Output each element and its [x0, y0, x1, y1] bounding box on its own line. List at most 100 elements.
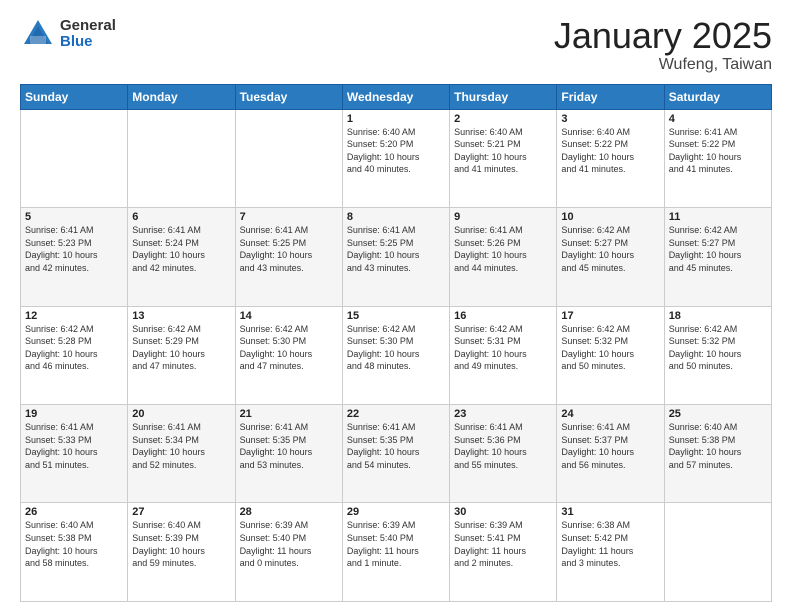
logo-text: General Blue: [60, 18, 116, 51]
table-row: 21Sunrise: 6:41 AM Sunset: 5:35 PM Dayli…: [235, 405, 342, 503]
table-row: 27Sunrise: 6:40 AM Sunset: 5:39 PM Dayli…: [128, 503, 235, 602]
table-row: 29Sunrise: 6:39 AM Sunset: 5:40 PM Dayli…: [342, 503, 449, 602]
col-tuesday: Tuesday: [235, 84, 342, 109]
day-number: 26: [25, 506, 123, 518]
day-number: 1: [347, 113, 445, 125]
day-info: Sunrise: 6:41 AM Sunset: 5:26 PM Dayligh…: [454, 224, 552, 274]
day-info: Sunrise: 6:41 AM Sunset: 5:35 PM Dayligh…: [347, 421, 445, 471]
table-row: 31Sunrise: 6:38 AM Sunset: 5:42 PM Dayli…: [557, 503, 664, 602]
day-info: Sunrise: 6:42 AM Sunset: 5:27 PM Dayligh…: [669, 224, 767, 274]
day-number: 5: [25, 211, 123, 223]
day-number: 30: [454, 506, 552, 518]
day-info: Sunrise: 6:41 AM Sunset: 5:36 PM Dayligh…: [454, 421, 552, 471]
day-number: 18: [669, 310, 767, 322]
table-row: 28Sunrise: 6:39 AM Sunset: 5:40 PM Dayli…: [235, 503, 342, 602]
table-row: 18Sunrise: 6:42 AM Sunset: 5:32 PM Dayli…: [664, 306, 771, 404]
table-row: 15Sunrise: 6:42 AM Sunset: 5:30 PM Dayli…: [342, 306, 449, 404]
month-title: January 2025: [554, 16, 772, 56]
day-info: Sunrise: 6:40 AM Sunset: 5:22 PM Dayligh…: [561, 126, 659, 176]
location: Wufeng, Taiwan: [554, 56, 772, 74]
table-row: 7Sunrise: 6:41 AM Sunset: 5:25 PM Daylig…: [235, 208, 342, 306]
day-number: 3: [561, 113, 659, 125]
table-row: 26Sunrise: 6:40 AM Sunset: 5:38 PM Dayli…: [21, 503, 128, 602]
day-number: 7: [240, 211, 338, 223]
day-number: 21: [240, 408, 338, 420]
day-number: 27: [132, 506, 230, 518]
day-info: Sunrise: 6:40 AM Sunset: 5:21 PM Dayligh…: [454, 126, 552, 176]
day-info: Sunrise: 6:41 AM Sunset: 5:24 PM Dayligh…: [132, 224, 230, 274]
table-row: [21, 109, 128, 207]
calendar-table: Sunday Monday Tuesday Wednesday Thursday…: [20, 84, 772, 602]
day-number: 25: [669, 408, 767, 420]
day-number: 24: [561, 408, 659, 420]
calendar-week-5: 26Sunrise: 6:40 AM Sunset: 5:38 PM Dayli…: [21, 503, 772, 602]
day-info: Sunrise: 6:41 AM Sunset: 5:37 PM Dayligh…: [561, 421, 659, 471]
table-row: 8Sunrise: 6:41 AM Sunset: 5:25 PM Daylig…: [342, 208, 449, 306]
day-info: Sunrise: 6:42 AM Sunset: 5:32 PM Dayligh…: [561, 323, 659, 373]
day-info: Sunrise: 6:42 AM Sunset: 5:31 PM Dayligh…: [454, 323, 552, 373]
col-friday: Friday: [557, 84, 664, 109]
day-number: 14: [240, 310, 338, 322]
col-sunday: Sunday: [21, 84, 128, 109]
day-number: 17: [561, 310, 659, 322]
day-info: Sunrise: 6:39 AM Sunset: 5:41 PM Dayligh…: [454, 519, 552, 569]
calendar-header-row: Sunday Monday Tuesday Wednesday Thursday…: [21, 84, 772, 109]
table-row: 4Sunrise: 6:41 AM Sunset: 5:22 PM Daylig…: [664, 109, 771, 207]
day-number: 22: [347, 408, 445, 420]
col-thursday: Thursday: [450, 84, 557, 109]
day-info: Sunrise: 6:40 AM Sunset: 5:38 PM Dayligh…: [669, 421, 767, 471]
calendar-week-3: 12Sunrise: 6:42 AM Sunset: 5:28 PM Dayli…: [21, 306, 772, 404]
day-number: 12: [25, 310, 123, 322]
table-row: 9Sunrise: 6:41 AM Sunset: 5:26 PM Daylig…: [450, 208, 557, 306]
day-number: 10: [561, 211, 659, 223]
table-row: 24Sunrise: 6:41 AM Sunset: 5:37 PM Dayli…: [557, 405, 664, 503]
logo-blue-text: Blue: [60, 34, 116, 51]
day-number: 6: [132, 211, 230, 223]
day-info: Sunrise: 6:42 AM Sunset: 5:29 PM Dayligh…: [132, 323, 230, 373]
col-wednesday: Wednesday: [342, 84, 449, 109]
calendar-week-2: 5Sunrise: 6:41 AM Sunset: 5:23 PM Daylig…: [21, 208, 772, 306]
day-number: 19: [25, 408, 123, 420]
table-row: 12Sunrise: 6:42 AM Sunset: 5:28 PM Dayli…: [21, 306, 128, 404]
day-number: 8: [347, 211, 445, 223]
table-row: 13Sunrise: 6:42 AM Sunset: 5:29 PM Dayli…: [128, 306, 235, 404]
col-saturday: Saturday: [664, 84, 771, 109]
table-row: 30Sunrise: 6:39 AM Sunset: 5:41 PM Dayli…: [450, 503, 557, 602]
day-info: Sunrise: 6:42 AM Sunset: 5:30 PM Dayligh…: [240, 323, 338, 373]
day-info: Sunrise: 6:42 AM Sunset: 5:27 PM Dayligh…: [561, 224, 659, 274]
day-info: Sunrise: 6:39 AM Sunset: 5:40 PM Dayligh…: [347, 519, 445, 569]
day-info: Sunrise: 6:39 AM Sunset: 5:40 PM Dayligh…: [240, 519, 338, 569]
table-row: 22Sunrise: 6:41 AM Sunset: 5:35 PM Dayli…: [342, 405, 449, 503]
day-info: Sunrise: 6:40 AM Sunset: 5:38 PM Dayligh…: [25, 519, 123, 569]
table-row: 16Sunrise: 6:42 AM Sunset: 5:31 PM Dayli…: [450, 306, 557, 404]
table-row: [128, 109, 235, 207]
day-number: 11: [669, 211, 767, 223]
table-row: 20Sunrise: 6:41 AM Sunset: 5:34 PM Dayli…: [128, 405, 235, 503]
day-number: 16: [454, 310, 552, 322]
table-row: 2Sunrise: 6:40 AM Sunset: 5:21 PM Daylig…: [450, 109, 557, 207]
day-info: Sunrise: 6:42 AM Sunset: 5:28 PM Dayligh…: [25, 323, 123, 373]
day-number: 9: [454, 211, 552, 223]
day-info: Sunrise: 6:38 AM Sunset: 5:42 PM Dayligh…: [561, 519, 659, 569]
page: General Blue January 2025 Wufeng, Taiwan…: [0, 0, 792, 612]
table-row: 3Sunrise: 6:40 AM Sunset: 5:22 PM Daylig…: [557, 109, 664, 207]
table-row: 10Sunrise: 6:42 AM Sunset: 5:27 PM Dayli…: [557, 208, 664, 306]
day-info: Sunrise: 6:42 AM Sunset: 5:30 PM Dayligh…: [347, 323, 445, 373]
day-info: Sunrise: 6:40 AM Sunset: 5:39 PM Dayligh…: [132, 519, 230, 569]
table-row: 11Sunrise: 6:42 AM Sunset: 5:27 PM Dayli…: [664, 208, 771, 306]
day-info: Sunrise: 6:41 AM Sunset: 5:22 PM Dayligh…: [669, 126, 767, 176]
table-row: 6Sunrise: 6:41 AM Sunset: 5:24 PM Daylig…: [128, 208, 235, 306]
day-info: Sunrise: 6:42 AM Sunset: 5:32 PM Dayligh…: [669, 323, 767, 373]
day-number: 23: [454, 408, 552, 420]
col-monday: Monday: [128, 84, 235, 109]
day-info: Sunrise: 6:40 AM Sunset: 5:20 PM Dayligh…: [347, 126, 445, 176]
day-info: Sunrise: 6:41 AM Sunset: 5:34 PM Dayligh…: [132, 421, 230, 471]
table-row: 5Sunrise: 6:41 AM Sunset: 5:23 PM Daylig…: [21, 208, 128, 306]
day-info: Sunrise: 6:41 AM Sunset: 5:23 PM Dayligh…: [25, 224, 123, 274]
logo: General Blue: [20, 16, 116, 52]
day-info: Sunrise: 6:41 AM Sunset: 5:33 PM Dayligh…: [25, 421, 123, 471]
table-row: 14Sunrise: 6:42 AM Sunset: 5:30 PM Dayli…: [235, 306, 342, 404]
day-number: 13: [132, 310, 230, 322]
calendar-week-4: 19Sunrise: 6:41 AM Sunset: 5:33 PM Dayli…: [21, 405, 772, 503]
table-row: [664, 503, 771, 602]
